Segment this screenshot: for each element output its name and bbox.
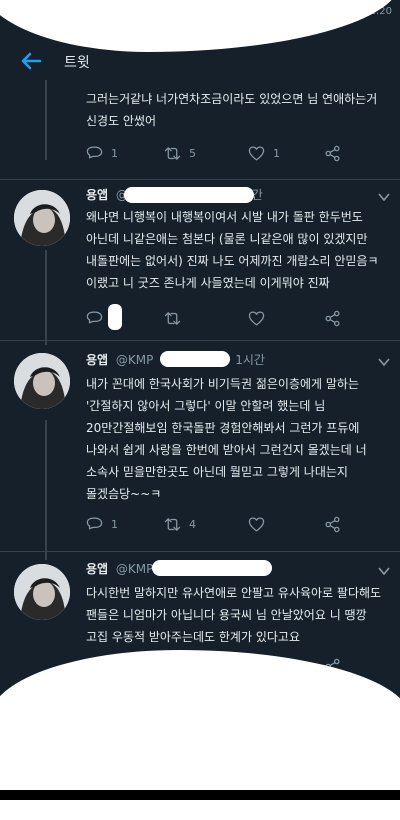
tweet-text: 내가 꼰대에 한국사회가 비기득권 젊은이층에게 말하는 '간절하지 않아서 그… bbox=[86, 377, 367, 501]
header: 트윗 bbox=[0, 44, 400, 80]
share-icon bbox=[325, 145, 340, 161]
tweet-text: 그러는거같냐 너가연차조금이라도 있었으면 님 연애하는거 신경도 안썼어 bbox=[86, 92, 378, 128]
user-handle[interactable]: @KMP bbox=[116, 353, 153, 367]
display-name[interactable]: 용앱 bbox=[86, 188, 108, 202]
heart-icon bbox=[248, 516, 265, 532]
tweet[interactable]: 용앱 @KMP 0012 · 1시간 내가 꼰대에 한국사회가 비기득권 젊은이… bbox=[0, 341, 400, 551]
retweet-count: 4 bbox=[189, 517, 196, 531]
retweet-icon bbox=[164, 311, 181, 325]
header-title: 트윗 bbox=[64, 55, 90, 71]
bottom-edge bbox=[0, 790, 400, 800]
like-button[interactable]: 1 bbox=[248, 143, 280, 163]
redaction-mark bbox=[124, 187, 254, 203]
like-button[interactable] bbox=[248, 514, 273, 534]
display-name[interactable]: 용앱 bbox=[86, 353, 108, 367]
retweet-button[interactable]: 5 bbox=[164, 143, 196, 163]
share-button[interactable] bbox=[324, 308, 341, 328]
tweet-actions: 1 5 1 bbox=[86, 143, 376, 163]
share-button[interactable] bbox=[324, 143, 341, 163]
avatar[interactable] bbox=[14, 190, 70, 246]
share-icon bbox=[325, 516, 340, 532]
back-arrow-icon[interactable] bbox=[18, 48, 44, 74]
avatar-image bbox=[14, 190, 70, 246]
reply-button[interactable]: 1 bbox=[86, 514, 118, 534]
avatar-image bbox=[14, 353, 70, 409]
user-handle[interactable]: @KMP bbox=[116, 562, 153, 576]
reply-icon bbox=[86, 516, 103, 529]
reply-count: 1 bbox=[111, 517, 118, 531]
retweet-icon bbox=[164, 517, 181, 531]
display-name[interactable]: 용앱 bbox=[86, 562, 108, 576]
reply-count: 1 bbox=[111, 146, 118, 160]
tweet[interactable]: 그러는거같냐 너가연차조금이라도 있었으면 님 연애하는거 신경도 안썼어 1 … bbox=[0, 80, 400, 180]
chevron-down-icon[interactable] bbox=[378, 192, 390, 202]
heart-icon bbox=[248, 145, 265, 161]
tweet-actions: 1 4 bbox=[86, 514, 376, 534]
tweet-text: 다시한번 말하지만 유사연애로 안팔고 유사육아로 팔다해도 팬들은 니엄마가 … bbox=[86, 586, 382, 644]
share-button[interactable] bbox=[324, 514, 341, 534]
retweet-button[interactable]: 4 bbox=[164, 514, 196, 534]
like-count: 1 bbox=[273, 146, 280, 160]
avatar-image bbox=[14, 564, 70, 620]
redaction-mark bbox=[152, 560, 272, 576]
tweet-text: 왜냐면 니행복이 내행복이여서 시발 내가 돌판 한두번도 아닌데 니같은애는 … bbox=[86, 210, 379, 290]
retweet-icon bbox=[164, 146, 181, 160]
tweet[interactable]: 용앱 @ 간 왜냐면 니행복이 내행복이여서 시발 내가 돌판 한두번도 아닌데… bbox=[0, 180, 400, 350]
retweet-count: 5 bbox=[189, 146, 196, 160]
redaction-mark bbox=[108, 304, 122, 330]
retweet-button[interactable] bbox=[164, 308, 189, 328]
redaction-mark bbox=[160, 351, 230, 367]
reply-icon bbox=[86, 145, 103, 158]
chevron-down-icon[interactable] bbox=[378, 566, 390, 576]
avatar[interactable] bbox=[14, 353, 70, 409]
avatar[interactable] bbox=[14, 564, 70, 620]
reply-button[interactable]: 1 bbox=[86, 143, 118, 163]
like-button[interactable] bbox=[248, 308, 273, 328]
reply-icon bbox=[86, 310, 103, 323]
heart-icon bbox=[248, 310, 265, 326]
tweet-actions: 1 bbox=[86, 308, 376, 328]
share-icon bbox=[325, 310, 340, 326]
chevron-down-icon[interactable] bbox=[378, 357, 390, 367]
